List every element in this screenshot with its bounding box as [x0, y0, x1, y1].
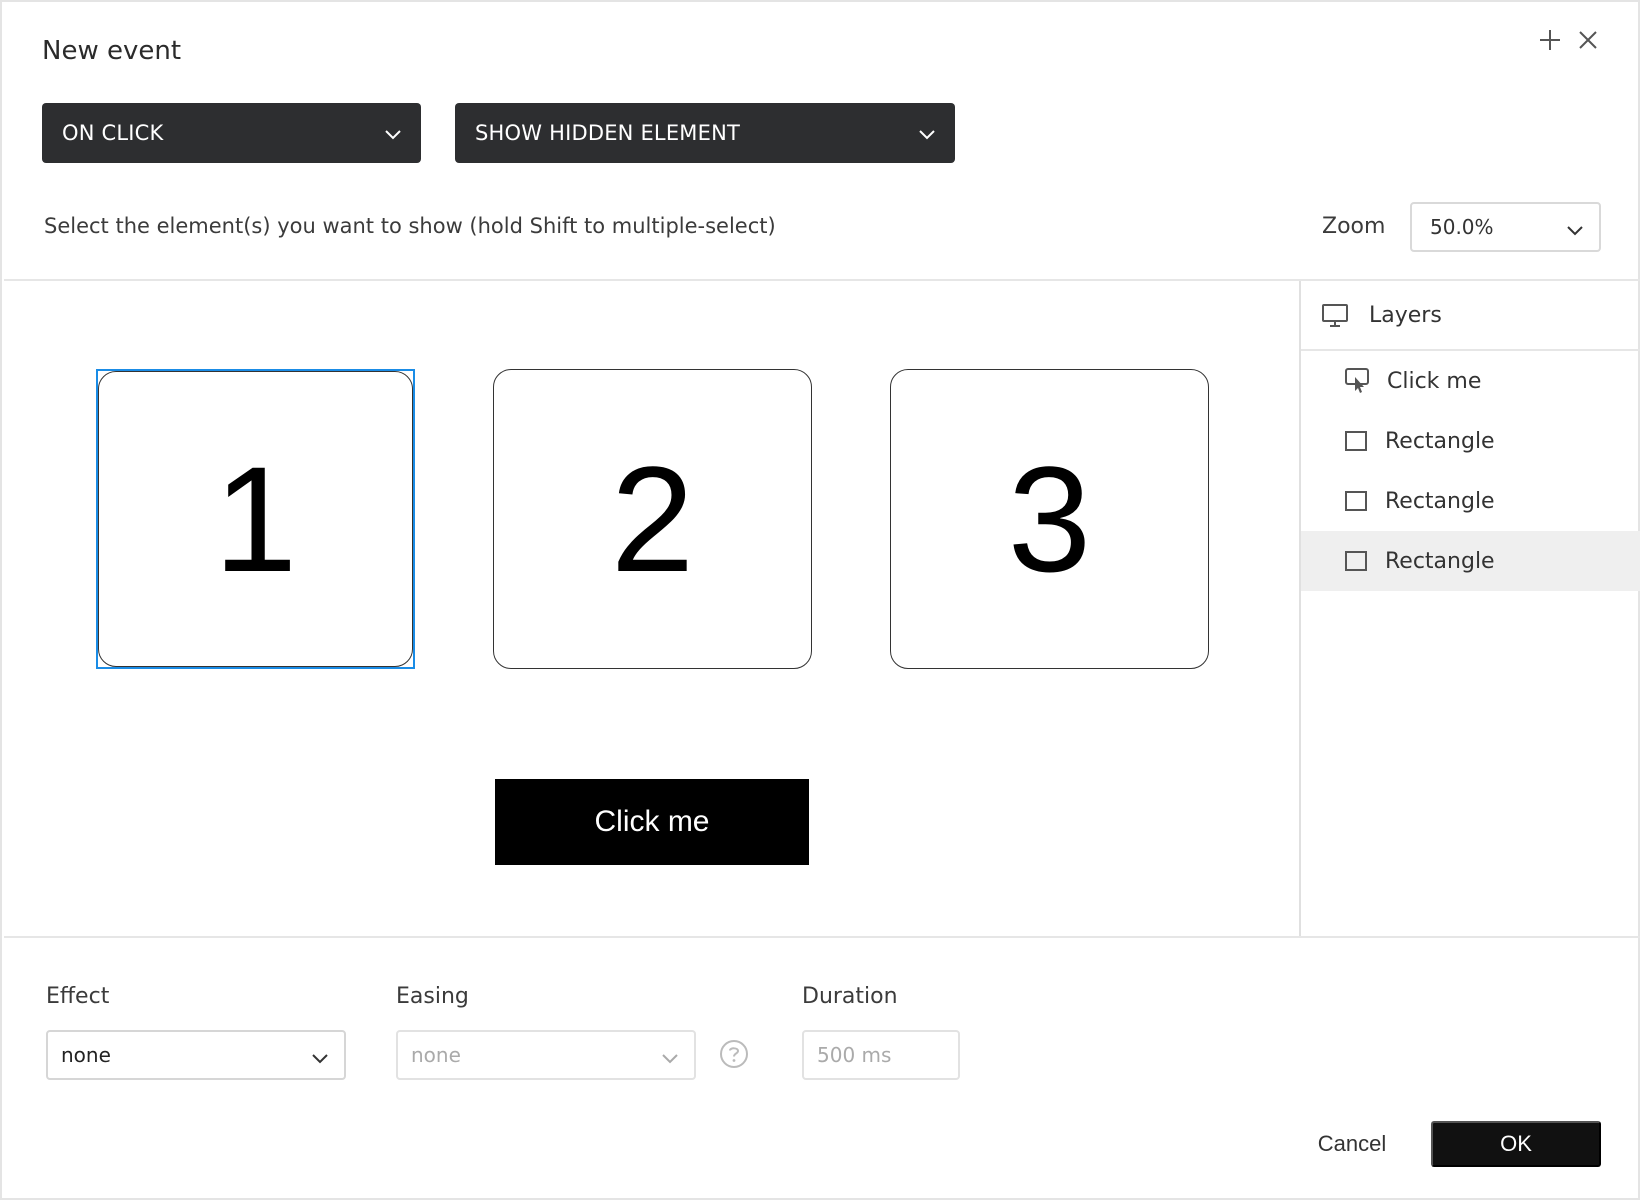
chevron-down-icon	[383, 124, 403, 149]
layer-item-label: Rectangle	[1385, 548, 1495, 574]
effect-value: none	[61, 1043, 111, 1067]
layer-item-rectangle[interactable]: Rectangle	[1301, 471, 1640, 531]
easing-value: none	[411, 1043, 461, 1067]
chevron-down-icon	[310, 1048, 330, 1073]
canvas-rectangle-3[interactable]: 3	[890, 369, 1209, 669]
canvas-click-me-button[interactable]: Click me	[495, 779, 809, 865]
zoom-value: 50.0%	[1430, 215, 1494, 239]
new-event-dialog: New event ON CLICK SHOW HIDDEN ELEMENT S…	[0, 0, 1640, 1200]
effect-select[interactable]: none	[46, 1030, 346, 1080]
ok-button[interactable]: OK	[1431, 1121, 1601, 1167]
rectangle-label: 1	[213, 434, 298, 603]
layers-panel-header: Layers	[1301, 281, 1640, 351]
easing-label: Easing	[396, 984, 469, 1009]
canvas-rectangle-1[interactable]: 1	[96, 369, 415, 669]
zoom-label: Zoom	[1322, 214, 1386, 239]
layer-item-rectangle[interactable]: Rectangle	[1301, 531, 1640, 591]
divider	[4, 936, 1640, 938]
duration-label: Duration	[802, 984, 898, 1009]
layer-item-label: Click me	[1387, 368, 1482, 394]
rectangle-layer-icon	[1345, 491, 1367, 511]
action-dropdown[interactable]: SHOW HIDDEN ELEMENT	[455, 103, 955, 163]
action-dropdown-value: SHOW HIDDEN ELEMENT	[475, 121, 741, 145]
dialog-title: New event	[42, 36, 182, 66]
button-layer-icon	[1345, 368, 1369, 393]
cancel-button[interactable]: Cancel	[1292, 1122, 1412, 1166]
monitor-icon	[1322, 304, 1348, 327]
chevron-down-icon	[917, 124, 937, 149]
easing-select[interactable]: none	[396, 1030, 696, 1080]
close-icon[interactable]	[1576, 28, 1600, 52]
zoom-select[interactable]: 50.0%	[1410, 202, 1601, 252]
canvas-rectangle-2[interactable]: 2	[493, 369, 812, 669]
trigger-dropdown[interactable]: ON CLICK	[42, 103, 421, 163]
layer-item-rectangle[interactable]: Rectangle	[1301, 411, 1640, 471]
layer-item-label: Rectangle	[1385, 488, 1495, 514]
rectangle-layer-icon	[1345, 551, 1367, 571]
rectangle-label: 2	[610, 434, 695, 603]
add-icon[interactable]	[1538, 28, 1562, 52]
trigger-dropdown-value: ON CLICK	[62, 121, 164, 145]
dialog-window-controls	[1538, 28, 1600, 52]
layer-item-label: Rectangle	[1385, 428, 1495, 454]
effect-label: Effect	[46, 984, 110, 1009]
rectangle-label: 3	[1007, 434, 1092, 603]
rectangle-layer-icon	[1345, 431, 1367, 451]
chevron-down-icon	[660, 1048, 680, 1073]
duration-input[interactable]	[802, 1030, 960, 1080]
help-icon[interactable]	[719, 1039, 749, 1073]
layers-title: Layers	[1369, 302, 1442, 328]
instruction-text: Select the element(s) you want to show (…	[44, 214, 776, 238]
layer-item-click-me[interactable]: Click me	[1301, 351, 1640, 411]
chevron-down-icon	[1565, 220, 1585, 245]
